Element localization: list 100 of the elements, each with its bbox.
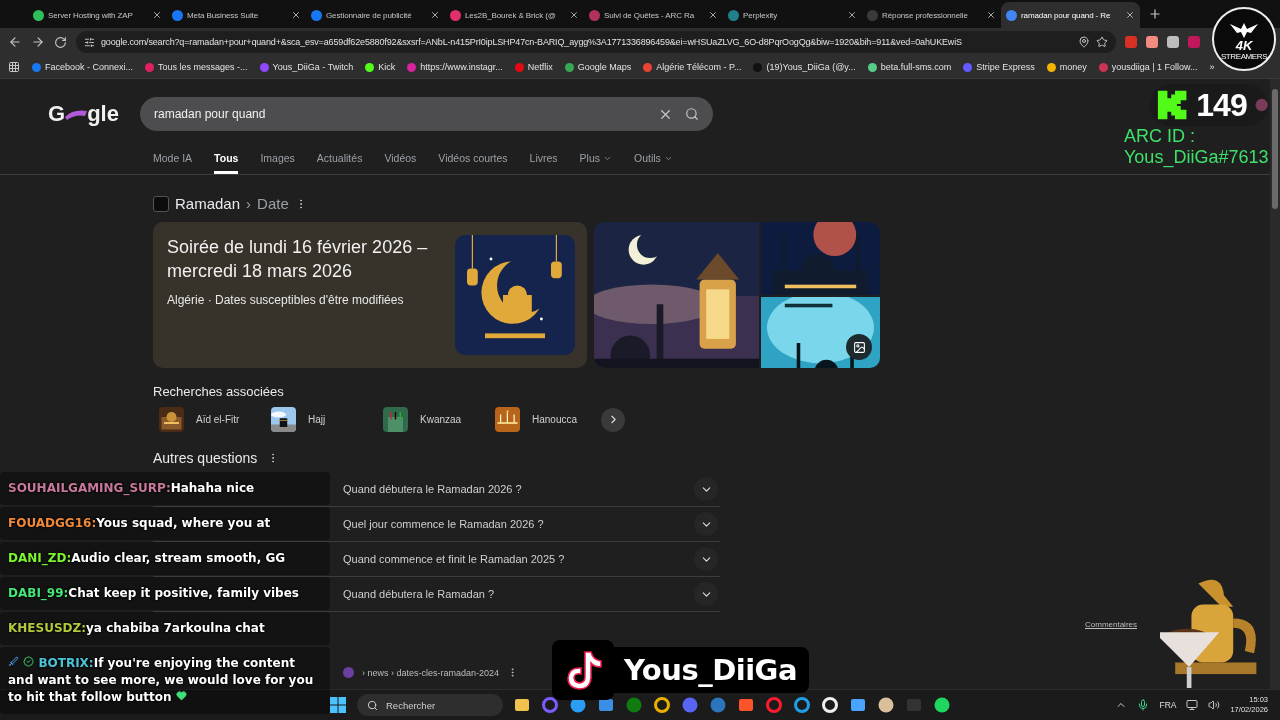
- question[interactable]: Quand débutera le Ramadan ?: [343, 588, 686, 600]
- badge-icon: [23, 656, 35, 667]
- folder-icon[interactable]: [513, 696, 531, 714]
- close-icon[interactable]: [291, 10, 301, 20]
- ring-icon[interactable]: [541, 696, 559, 714]
- site-icon: [589, 9, 600, 21]
- reload-icon[interactable]: [54, 35, 67, 49]
- search-tab[interactable]: Vidéos: [384, 147, 417, 174]
- search-tab[interactable]: Vidéos courtes: [438, 147, 508, 174]
- search-tab[interactable]: Livres: [529, 147, 558, 174]
- chat-message: DABI_99:Chat keep it positive, family vibes: [0, 577, 330, 610]
- bookmark[interactable]: Stripe Express: [963, 62, 1035, 72]
- avatar-icon: [1254, 98, 1268, 112]
- back-icon[interactable]: [8, 35, 22, 49]
- ring-icon[interactable]: [765, 696, 783, 714]
- browser-tab[interactable]: Perplexity: [723, 2, 862, 28]
- app-icon[interactable]: [877, 696, 895, 714]
- bookmark[interactable]: https://www.instagr...: [407, 62, 503, 72]
- taskbar-search[interactable]: Rechercher: [357, 694, 503, 716]
- monitor-icon[interactable]: [1186, 699, 1199, 711]
- related-search[interactable]: Aïd el-Fitr: [153, 407, 265, 432]
- close-icon[interactable]: [708, 10, 718, 20]
- search-icon[interactable]: [685, 107, 699, 121]
- sword-icon: [8, 656, 19, 667]
- site-icon: [450, 9, 461, 21]
- chat-message: BOTRIX:If you're enjoying the content and want to see more, we would love for you to hit that follow button: [0, 647, 330, 714]
- topic-subtitle: Date: [257, 195, 289, 212]
- bookmark[interactable]: Facebook - Connexi...: [32, 62, 134, 72]
- close-icon[interactable]: [1125, 10, 1135, 20]
- bookmark[interactable]: beta.full-sms.com: [867, 62, 952, 72]
- expand-button[interactable]: [694, 547, 718, 571]
- windows-icon[interactable]: [329, 696, 347, 714]
- bookmark[interactable]: Yous_DiiGa - Twitch: [259, 62, 354, 72]
- result-url[interactable]: › news › dates-cles-ramadan-2024: [362, 667, 500, 678]
- answer-subtitle: Algérie · Dates susceptibles d'être modifiées: [167, 293, 405, 307]
- breadcrumb-separator: ›: [246, 195, 252, 212]
- apps-grid-icon[interactable]: [8, 61, 20, 73]
- browser-tab[interactable]: Les2B_Bourek & Brick (@: [445, 2, 584, 28]
- site-settings-icon[interactable]: [84, 36, 95, 48]
- more-bookmarks[interactable]: »: [1209, 62, 1215, 72]
- search-field[interactable]: ramadan pour quand: [140, 97, 713, 131]
- expand-button[interactable]: [694, 477, 718, 501]
- heart-icon: [175, 690, 187, 701]
- expand-button[interactable]: [694, 582, 718, 606]
- search-tab[interactable]: Images: [260, 147, 295, 174]
- new-tab-icon[interactable]: [1148, 7, 1162, 21]
- next-button[interactable]: [601, 407, 625, 432]
- extension-icon[interactable]: [1167, 36, 1179, 48]
- chat-message: DANI_ZD:Audio clear, stream smooth, GG: [0, 542, 330, 575]
- question[interactable]: Quel jour commence le Ramadan 2026 ?: [343, 518, 686, 530]
- site-icon: [1006, 9, 1017, 21]
- browser-tab[interactable]: Meta Business Suite: [167, 2, 306, 28]
- kick-logo: [1156, 88, 1189, 122]
- close-icon[interactable]: [430, 10, 440, 20]
- site-icon: [867, 9, 878, 21]
- close-icon[interactable]: [152, 10, 162, 20]
- bookmark[interactable]: money: [1046, 62, 1087, 72]
- expand-button[interactable]: [694, 512, 718, 536]
- forward-icon[interactable]: [31, 35, 45, 49]
- bookmark[interactable]: Algérie Télécom - P...: [643, 62, 742, 72]
- bookmark[interactable]: Netflix: [514, 62, 553, 72]
- speaker-icon[interactable]: [1208, 699, 1221, 711]
- search-icon: [367, 699, 378, 711]
- extension-icon[interactable]: [1146, 36, 1158, 48]
- related-search[interactable]: Hajj: [265, 407, 377, 432]
- browser-tab[interactable]: Gestionnaire de publicité: [306, 2, 445, 28]
- search-tab[interactable]: Mode IA: [153, 147, 193, 174]
- feedback-link[interactable]: Commentaires: [1085, 620, 1137, 629]
- bookmark-star-icon[interactable]: [1096, 36, 1108, 48]
- browser-tab[interactable]: Réponse professionnelle: [862, 2, 1001, 28]
- browser-tab[interactable]: Server Hosting with ZAP: [28, 2, 167, 28]
- bookmark[interactable]: (19)Yous_DiiGa (@y...: [753, 62, 856, 72]
- question[interactable]: Quand commence et finit le Ramadan 2025 ?: [343, 553, 686, 565]
- language-indicator[interactable]: FRA: [1159, 700, 1177, 710]
- close-icon[interactable]: [986, 10, 996, 20]
- arc-id-value: Yous_DiiGa#7613: [1124, 147, 1269, 168]
- site-icon: [343, 667, 354, 678]
- question[interactable]: Quand débutera le Ramadan 2026 ?: [343, 483, 686, 495]
- location-icon[interactable]: [1078, 36, 1090, 48]
- bookmark[interactable]: yousdiiga | 1 Follow...: [1098, 62, 1198, 72]
- site-icon: [728, 9, 739, 21]
- arc-id-label: ARC ID :: [1124, 126, 1196, 147]
- address-bar[interactable]: google.com/search?q=ramadan+pour+quand+&sca_esv=a659df62e5880f92&sxsrf=ANbL-n415PrI0ipLSHP47cn-BARIQ_aygg%3A1771336896459&ei=wHSUaZLVG_6O-d8PqrOogQg&biw=1920&bih=911&ved=0ahUKEwiS: [76, 31, 1116, 53]
- close-icon[interactable]: [847, 10, 857, 20]
- search-tab[interactable]: Tous: [214, 147, 239, 174]
- bookmark[interactable]: Kick: [365, 62, 396, 72]
- extension-icon[interactable]: [1125, 36, 1137, 48]
- search-tab[interactable]: Outils: [634, 147, 673, 174]
- microphone-icon[interactable]: [1137, 699, 1150, 711]
- answer-title: Soirée de lundi 16 février 2026 – mercredi 18 mars 2026: [167, 236, 429, 283]
- related-search[interactable]: Kwanzaa: [377, 407, 489, 432]
- bookmark[interactable]: Tous les messages -...: [145, 62, 248, 72]
- search-tab[interactable]: Actualités: [316, 147, 363, 174]
- image-icon: [852, 340, 866, 354]
- bookmark[interactable]: Google Maps: [564, 62, 632, 72]
- search-tab[interactable]: Plus: [579, 147, 613, 174]
- close-icon[interactable]: [569, 10, 579, 20]
- browser-tab[interactable]: ramadan pour quand - Re: [1001, 2, 1140, 28]
- related-search[interactable]: Hanoucca: [489, 407, 601, 432]
- browser-tab[interactable]: Suivi de Quêtes - ARC Ra: [584, 2, 723, 28]
